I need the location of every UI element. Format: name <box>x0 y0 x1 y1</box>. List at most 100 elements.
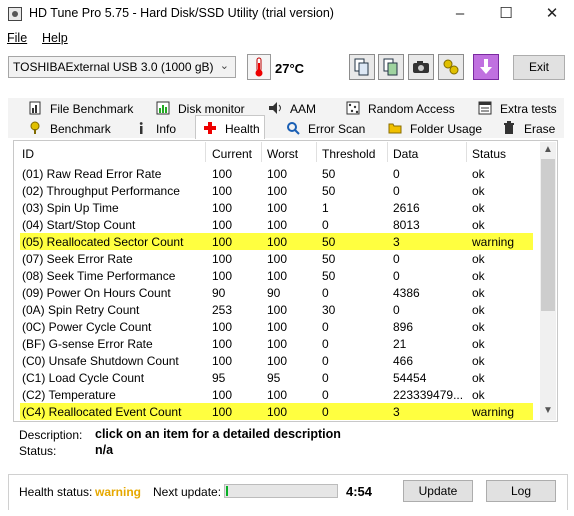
save-button[interactable] <box>473 54 499 80</box>
cell-current: 100 <box>212 201 233 215</box>
cell-id: (C4) Reallocated Event Count <box>22 405 182 419</box>
cell-data: 223339479... <box>393 388 464 402</box>
health-cross-icon <box>204 122 216 134</box>
log-button[interactable]: Log <box>486 480 556 502</box>
table-row[interactable]: (C1) Load Cycle Count 95 95 0 54454 ok <box>20 369 533 386</box>
menu-bar <box>0 29 574 49</box>
cell-worst: 100 <box>267 303 288 317</box>
column-header-threshold[interactable]: Threshold <box>322 147 375 161</box>
table-row[interactable]: (05) Reallocated Sector Count 100 100 50 3 wa… <box>20 233 533 250</box>
table-row[interactable]: (C2) Temperature 100 100 0 223339479... ok <box>20 386 533 403</box>
drive-select[interactable]: TOSHIBAExternal USB 3.0 (1000 gB) ⌄ <box>8 56 236 78</box>
table-row[interactable]: (01) Raw Read Error Rate 100 100 50 0 ok <box>20 165 533 182</box>
column-header-status[interactable]: Status <box>472 147 506 161</box>
scroll-up-icon[interactable]: ▲ <box>540 142 556 158</box>
cell-data: 0 <box>393 303 400 317</box>
cell-data: 54454 <box>393 371 427 385</box>
cell-status: ok <box>472 388 485 402</box>
column-divider <box>205 142 206 162</box>
table-row[interactable]: (0C) Power Cycle Count 100 100 0 896 ok <box>20 318 533 335</box>
table-row[interactable]: (03) Spin Up Time 100 100 1 2616 ok <box>20 199 533 216</box>
thermometer-icon <box>255 57 263 77</box>
tab-label: Benchmark <box>50 122 111 136</box>
cell-id: (C1) Load Cycle Count <box>22 371 145 385</box>
camera-button[interactable] <box>408 54 434 80</box>
window-title: HD Tune Pro 5.75 - Hard Disk/SSD Utility… <box>29 6 334 20</box>
table-row[interactable]: (08) Seek Time Performance 100 100 50 0 ok <box>20 267 533 284</box>
cell-id: (BF) G-sense Error Rate <box>22 337 153 351</box>
table-row[interactable]: (02) Throughput Performance 100 100 50 0 ok <box>20 182 533 199</box>
cell-current: 100 <box>212 405 233 419</box>
menu-help[interactable]: Help <box>42 31 68 45</box>
cell-threshold: 0 <box>322 405 329 419</box>
temperature-box <box>247 54 271 80</box>
tab-info[interactable]: Info <box>134 119 184 138</box>
tab-random-access[interactable]: Random Access <box>346 99 456 118</box>
tab-folder-usage[interactable]: Folder Usage <box>388 119 483 138</box>
table-row[interactable]: (07) Seek Error Rate 100 100 50 0 ok <box>20 250 533 267</box>
close-button[interactable]: ✕ <box>529 0 574 28</box>
folder-icon <box>388 123 402 134</box>
tab-aam[interactable]: AAM <box>268 99 328 118</box>
cell-worst: 100 <box>267 269 288 283</box>
erase-icon <box>504 121 514 134</box>
table-row[interactable]: (0A) Spin Retry Count 253 100 30 0 ok <box>20 301 533 318</box>
copy-info-button[interactable] <box>349 54 375 80</box>
cell-data: 0 <box>393 252 400 266</box>
cell-threshold: 0 <box>322 388 329 402</box>
cell-threshold: 50 <box>322 269 336 283</box>
cell-threshold: 0 <box>322 286 329 300</box>
tab-erase[interactable]: Erase <box>502 119 557 138</box>
tab-label: Folder Usage <box>410 122 483 136</box>
table-row[interactable]: (BF) G-sense Error Rate 100 100 0 21 ok <box>20 335 533 352</box>
cell-status: ok <box>472 320 485 334</box>
column-header-current[interactable]: Current <box>212 147 252 161</box>
table-row[interactable]: (09) Power On Hours Count 90 90 0 4386 ok <box>20 284 533 301</box>
disk-monitor-icon <box>156 101 170 115</box>
cell-id: (01) Raw Read Error Rate <box>22 167 162 181</box>
menu-file[interactable]: File <box>7 31 27 45</box>
column-header-worst[interactable]: Worst <box>267 147 298 161</box>
scroll-down-icon[interactable]: ▼ <box>540 403 556 419</box>
cell-status: ok <box>472 371 485 385</box>
cell-data: 3 <box>393 235 400 249</box>
cell-threshold: 0 <box>322 371 329 385</box>
cell-current: 100 <box>212 354 233 368</box>
tab-label: Health <box>225 122 260 136</box>
file-benchmark-icon <box>29 101 41 115</box>
column-divider <box>316 142 317 162</box>
menu-file-label: File <box>7 31 28 45</box>
column-divider <box>466 142 467 162</box>
table-row[interactable]: (C0) Unsafe Shutdown Count 100 100 0 466 ok <box>20 352 533 369</box>
maximize-button[interactable]: ☐ <box>483 0 529 28</box>
cell-status: warning <box>472 405 515 419</box>
column-header-data[interactable]: Data <box>393 147 418 161</box>
column-header-id[interactable]: ID <box>22 147 34 161</box>
cell-threshold: 50 <box>322 184 336 198</box>
cell-status: ok <box>472 286 485 300</box>
table-row[interactable]: (C4) Reallocated Event Count 100 100 0 3 warn… <box>20 403 533 420</box>
tab-error-scan[interactable]: Error Scan <box>286 119 366 138</box>
cell-threshold: 30 <box>322 303 336 317</box>
column-divider <box>261 142 262 162</box>
copy-screenshot-button[interactable] <box>378 54 404 80</box>
cell-current: 100 <box>212 320 233 334</box>
save-arrow-icon <box>480 59 492 74</box>
tab-benchmark[interactable]: Benchmark <box>28 119 118 138</box>
cell-status: ok <box>472 167 485 181</box>
exit-button[interactable]: Exit <box>513 55 565 80</box>
minimize-button[interactable]: – <box>437 0 483 28</box>
cell-current: 95 <box>212 371 226 385</box>
tab-health[interactable]: Health <box>203 119 263 138</box>
cell-data: 0 <box>393 269 400 283</box>
cell-id: (03) Spin Up Time <box>22 201 119 215</box>
cell-id: (09) Power On Hours Count <box>22 286 171 300</box>
tab-file-benchmark[interactable]: File Benchmark <box>28 99 138 118</box>
options-button[interactable] <box>438 54 464 80</box>
tab-extra-tests[interactable]: Extra tests <box>478 99 558 118</box>
cell-threshold: 50 <box>322 235 336 249</box>
scrollbar-thumb[interactable] <box>541 159 555 311</box>
update-button[interactable]: Update <box>403 480 473 502</box>
table-row[interactable]: (04) Start/Stop Count 100 100 0 8013 ok <box>20 216 533 233</box>
cell-data: 4386 <box>393 286 420 300</box>
